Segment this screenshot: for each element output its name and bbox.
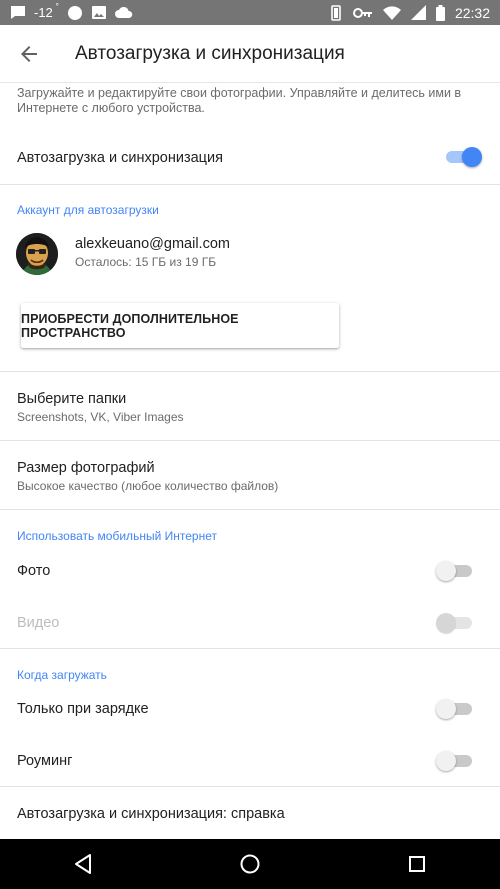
- switch-thumb: [436, 751, 456, 771]
- photo-size-title: Размер фотографий: [17, 460, 155, 476]
- help-row[interactable]: Автозагрузка и синхронизация: справка: [0, 787, 500, 839]
- switch-thumb: [436, 699, 456, 719]
- choose-folders-row[interactable]: Выберите папки Screenshots, VK, Viber Im…: [0, 372, 500, 440]
- mobile-photo-row[interactable]: Фото: [0, 545, 500, 597]
- help-link[interactable]: Автозагрузка и синхронизация: справка: [17, 806, 285, 822]
- roaming-row[interactable]: Роуминг: [0, 735, 500, 787]
- nav-recents-button[interactable]: [387, 844, 447, 884]
- cloud-icon: [114, 5, 133, 21]
- vibrate-icon: [329, 4, 343, 21]
- charging-switch[interactable]: [436, 699, 474, 719]
- settings-content[interactable]: Загружайте и редактируйте свои фотографи…: [0, 82, 500, 839]
- temperature-value: -12: [34, 5, 53, 20]
- app-bar: Автозагрузка и синхронизация: [0, 25, 500, 83]
- account-section-header: Аккаунт для автозагрузки: [17, 203, 159, 217]
- wifi-icon: [382, 5, 401, 21]
- sync-toggle-label: Автозагрузка и синхронизация: [17, 150, 223, 166]
- avatar: [16, 233, 58, 275]
- divider: [0, 184, 500, 185]
- charging-label: Только при зарядке: [17, 701, 149, 717]
- photo-size-value: Высокое качество (любое количество файло…: [17, 479, 279, 493]
- roaming-switch[interactable]: [436, 751, 474, 771]
- switch-thumb: [436, 613, 456, 633]
- battery-icon: [435, 4, 445, 21]
- when-section-header: Когда загружать: [17, 668, 107, 682]
- avatar-image: [16, 233, 58, 275]
- key-icon: [352, 5, 373, 21]
- mobile-section-header: Использовать мобильный Интернет: [17, 529, 217, 543]
- nav-back-button[interactable]: [53, 844, 113, 884]
- photo-size-row[interactable]: Размер фотографий Высокое качество (любо…: [0, 441, 500, 509]
- arrow-back-icon: [21, 45, 37, 62]
- signal-icon: [410, 5, 426, 21]
- description-text: Загружайте и редактируйте свои фотографи…: [17, 86, 462, 115]
- roaming-label: Роуминг: [17, 753, 73, 769]
- storage-remaining: Осталось: 15 ГБ из 19 ГБ: [75, 255, 217, 269]
- temperature-unit: °: [55, 2, 59, 11]
- charging-row[interactable]: Только при зарядке: [0, 683, 500, 735]
- choose-folders-value: Screenshots, VK, Viber Images: [17, 410, 184, 424]
- message-icon: [10, 5, 26, 21]
- sync-toggle-row[interactable]: Автозагрузка и синхронизация: [0, 130, 500, 184]
- clock: 22:32: [454, 4, 490, 21]
- temperature: -12 °: [34, 2, 59, 20]
- navigation-bar: [0, 839, 500, 889]
- page-title: Автозагрузка и синхронизация: [75, 42, 345, 64]
- status-bar-right: 22:32: [329, 4, 500, 21]
- square-recents-icon: [408, 856, 425, 872]
- status-bar: -12 ° 22:32: [0, 0, 500, 25]
- choose-folders-title: Выберите папки: [17, 391, 127, 407]
- divider: [0, 648, 500, 649]
- sync-toggle-switch[interactable]: [444, 147, 482, 167]
- mobile-video-label: Видео: [17, 615, 60, 631]
- triangle-back-icon: [75, 854, 92, 874]
- mobile-photo-switch[interactable]: [436, 561, 474, 581]
- circle-home-icon: [240, 854, 260, 874]
- mobile-video-row[interactable]: Видео: [0, 597, 500, 649]
- nav-home-button[interactable]: [220, 844, 280, 884]
- status-bar-left: -12 °: [0, 2, 133, 21]
- mobile-photo-label: Фото: [17, 563, 51, 579]
- cloud-sun-icon: [67, 5, 83, 21]
- divider: [0, 509, 500, 510]
- mobile-video-switch[interactable]: [436, 613, 474, 633]
- back-button[interactable]: [9, 34, 49, 74]
- switch-thumb: [436, 561, 456, 581]
- buy-storage-button[interactable]: ПРИОБРЕСТИ ДОПОЛНИТЕЛЬНОЕ ПРОСТРАНСТВО: [21, 303, 339, 348]
- switch-thumb: [462, 147, 482, 167]
- image-icon: [91, 5, 107, 21]
- account-email: alexkeuano@gmail.com: [75, 236, 230, 252]
